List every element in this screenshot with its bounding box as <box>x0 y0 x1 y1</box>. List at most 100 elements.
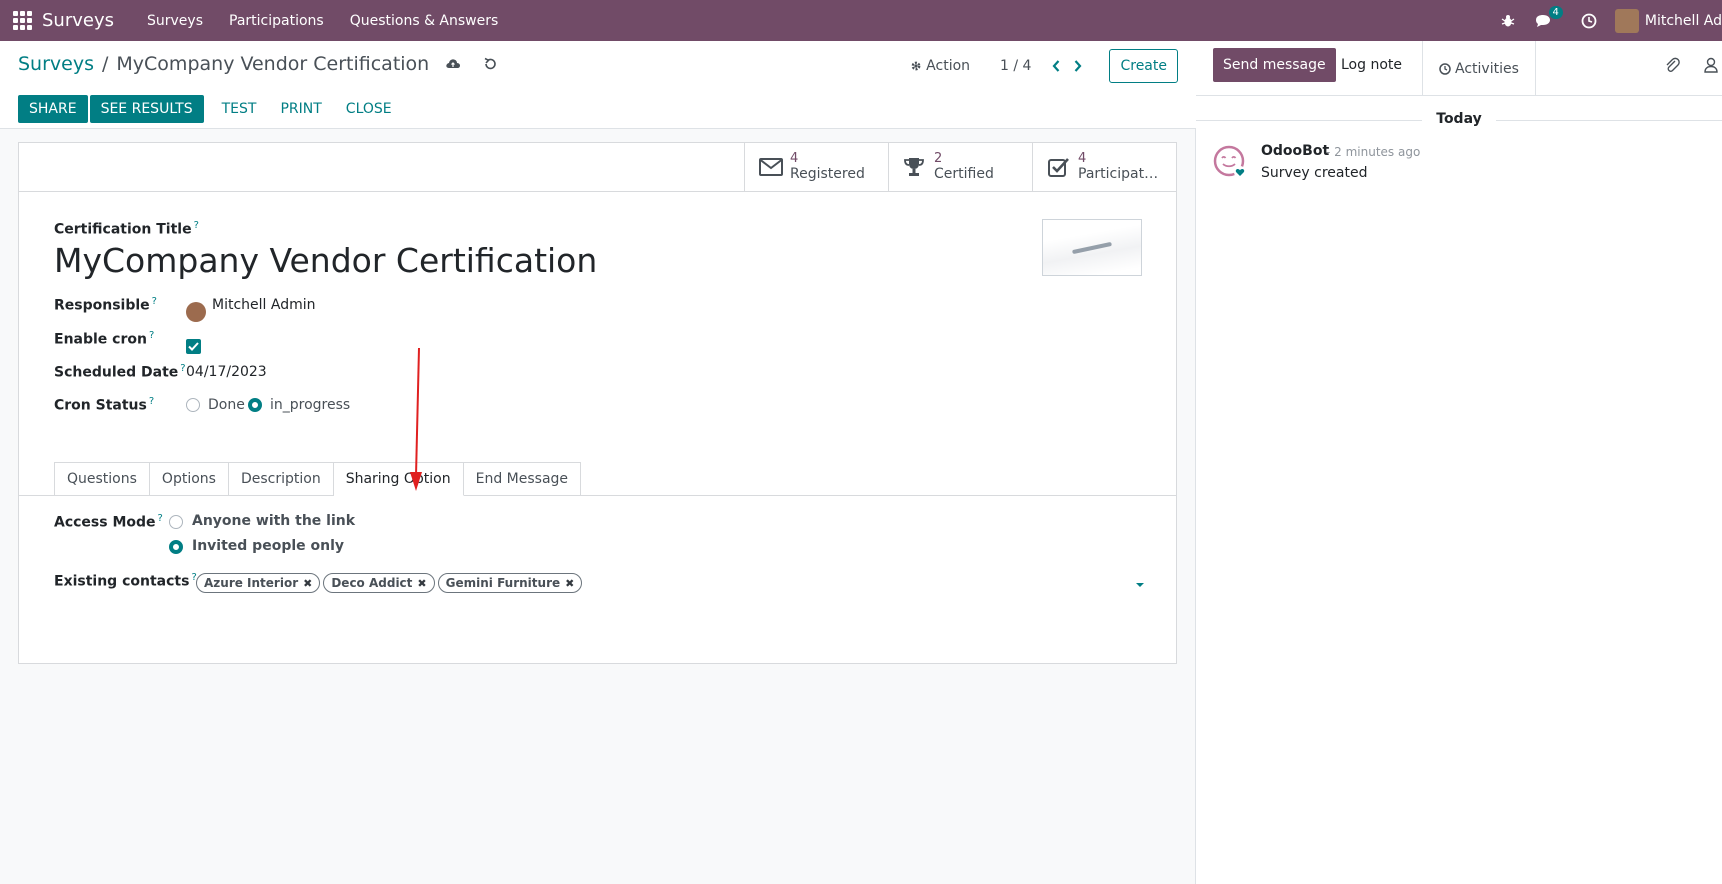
remove-tag-icon[interactable]: ✖ <box>417 577 426 590</box>
paperclip-icon[interactable] <box>1664 56 1680 78</box>
breadcrumb-current: MyCompany Vendor Certification <box>116 53 430 75</box>
messages-icon[interactable]: 4 <box>1535 5 1563 28</box>
user-name[interactable]: Mitchell Ad <box>1645 13 1722 29</box>
action-menu-button[interactable]: Action <box>910 58 970 74</box>
chatter-panel: Send message Log note Activities Today O… <box>1196 41 1722 884</box>
annotation-arrow <box>410 347 422 491</box>
activities-button[interactable]: Activities <box>1422 41 1536 96</box>
help-tooltip[interactable]: ? <box>158 513 163 524</box>
contact-tag[interactable]: Deco Addict ✖ <box>323 573 435 593</box>
followers-icon[interactable] <box>1704 56 1718 78</box>
bug-icon[interactable] <box>1501 14 1515 28</box>
cron-status-label: Cron Status? <box>54 396 155 414</box>
menu-questions-answers[interactable]: Questions & Answers <box>350 13 499 29</box>
discard-icon[interactable] <box>483 57 497 71</box>
notebook-tabs: Questions Options Description Sharing Op… <box>54 462 582 496</box>
cron-status-done-label[interactable]: Done <box>208 397 245 413</box>
form-view: Surveys / MyCompany Vendor Certification… <box>0 41 1196 884</box>
enable-cron-label: Enable cron? <box>54 330 155 348</box>
log-note-button[interactable]: Log note <box>1329 48 1414 82</box>
participations-count: 4 <box>1078 151 1087 166</box>
enable-cron-checkbox[interactable] <box>186 339 201 354</box>
stat-button-box: 4 Registered 2 Certified 4 Participat… <box>744 143 1176 192</box>
breadcrumb-surveys[interactable]: Surveys <box>18 53 94 75</box>
certified-count: 2 <box>934 151 943 166</box>
pager-next-icon[interactable] <box>1074 60 1082 72</box>
help-tooltip[interactable]: ? <box>149 330 154 341</box>
cron-status-in-progress-label[interactable]: in_progress <box>270 397 350 413</box>
certified-label: Certified <box>934 166 994 182</box>
registered-count: 4 <box>790 151 799 166</box>
contact-tag[interactable]: Gemini Furniture ✖ <box>437 573 583 593</box>
odoobot-avatar <box>1213 145 1246 178</box>
certified-stat-button[interactable]: 2 Certified <box>888 143 1032 191</box>
check-square-icon <box>1047 156 1074 178</box>
action-label: Action <box>926 58 971 74</box>
remove-tag-icon[interactable]: ✖ <box>565 577 574 590</box>
participations-label: Participat… <box>1078 166 1159 182</box>
registered-label: Registered <box>790 166 865 182</box>
existing-contacts-label: Existing contacts? <box>54 572 197 590</box>
cloud-save-icon[interactable] <box>445 57 461 71</box>
chevron-down-icon[interactable] <box>1136 583 1144 587</box>
certification-title-field[interactable]: MyCompany Vendor Certification <box>54 241 597 280</box>
remove-tag-icon[interactable]: ✖ <box>303 577 312 590</box>
help-tooltip[interactable]: ? <box>180 363 185 374</box>
help-tooltip[interactable]: ? <box>194 220 199 231</box>
test-button[interactable]: TEST <box>210 95 269 123</box>
responsible-field[interactable]: Mitchell Admin <box>212 297 316 313</box>
cron-status-in-progress-radio[interactable] <box>248 398 262 412</box>
see-results-button[interactable]: SEE RESULTS <box>89 95 204 123</box>
tab-end-message[interactable]: End Message <box>463 462 582 496</box>
date-separator: Today <box>1196 111 1722 127</box>
responsible-label: Responsible? <box>54 296 157 314</box>
scheduled-date-field[interactable]: 04/17/2023 <box>186 364 267 380</box>
cron-status-done-radio[interactable] <box>186 398 200 412</box>
checkmark-icon <box>188 342 199 351</box>
send-message-button[interactable]: Send message <box>1213 48 1336 82</box>
menu-participations[interactable]: Participations <box>229 13 324 29</box>
create-button[interactable]: Create <box>1109 49 1178 83</box>
user-avatar[interactable] <box>1614 8 1639 33</box>
access-mode-invited-radio[interactable] <box>169 540 183 554</box>
form-sheet: 4 Registered 2 Certified 4 Participat… C… <box>18 142 1177 664</box>
contact-tag[interactable]: Azure Interior ✖ <box>196 573 321 593</box>
participations-stat-button[interactable]: 4 Participat… <box>1032 143 1176 191</box>
pager-previous-icon[interactable] <box>1052 60 1060 72</box>
access-mode-label: Access Mode? <box>54 513 163 531</box>
gear-icon <box>911 61 921 71</box>
access-mode-anyone-radio[interactable] <box>169 515 183 529</box>
apps-grid-icon[interactable] <box>12 11 32 31</box>
clock-icon[interactable] <box>1581 13 1597 29</box>
pager-value[interactable]: 1 / 4 <box>1000 58 1031 74</box>
message-author[interactable]: OdooBot <box>1261 143 1329 159</box>
breadcrumb-separator: / <box>102 53 109 75</box>
top-navbar: Surveys Surveys Participations Questions… <box>0 0 1722 41</box>
registered-stat-button[interactable]: 4 Registered <box>744 143 888 191</box>
tab-description[interactable]: Description <box>228 462 334 496</box>
app-brand[interactable]: Surveys <box>42 10 114 31</box>
survey-cover-image[interactable] <box>1042 219 1142 276</box>
help-tooltip[interactable]: ? <box>152 296 157 307</box>
help-tooltip[interactable]: ? <box>149 396 154 407</box>
tab-questions[interactable]: Questions <box>54 462 150 496</box>
tab-options[interactable]: Options <box>149 462 229 496</box>
responsible-avatar <box>186 302 206 322</box>
certification-title-label: Certification Title? <box>54 220 199 238</box>
menu-surveys[interactable]: Surveys <box>147 13 203 29</box>
print-button[interactable]: PRINT <box>268 95 333 123</box>
clock-icon <box>1439 62 1451 75</box>
scheduled-date-label: Scheduled Date? <box>54 363 186 381</box>
control-panel: Surveys / MyCompany Vendor Certification… <box>0 41 1196 129</box>
envelope-icon <box>759 157 786 177</box>
close-button[interactable]: CLOSE <box>334 95 404 123</box>
tab-sharing-option[interactable]: Sharing Option <box>333 462 464 496</box>
existing-contacts-field[interactable]: Azure Interior ✖ Deco Addict ✖ Gemini Furn… <box>196 573 585 593</box>
access-mode-invited-label[interactable]: Invited people only <box>192 538 344 554</box>
share-button[interactable]: SHARE <box>18 95 88 123</box>
message-timestamp: - 2 minutes ago <box>1326 145 1421 159</box>
access-mode-anyone-label[interactable]: Anyone with the link <box>192 513 355 529</box>
trophy-icon <box>903 156 930 178</box>
breadcrumb: Surveys / MyCompany Vendor Certification <box>18 53 497 75</box>
message-count-badge: 4 <box>1548 5 1563 19</box>
